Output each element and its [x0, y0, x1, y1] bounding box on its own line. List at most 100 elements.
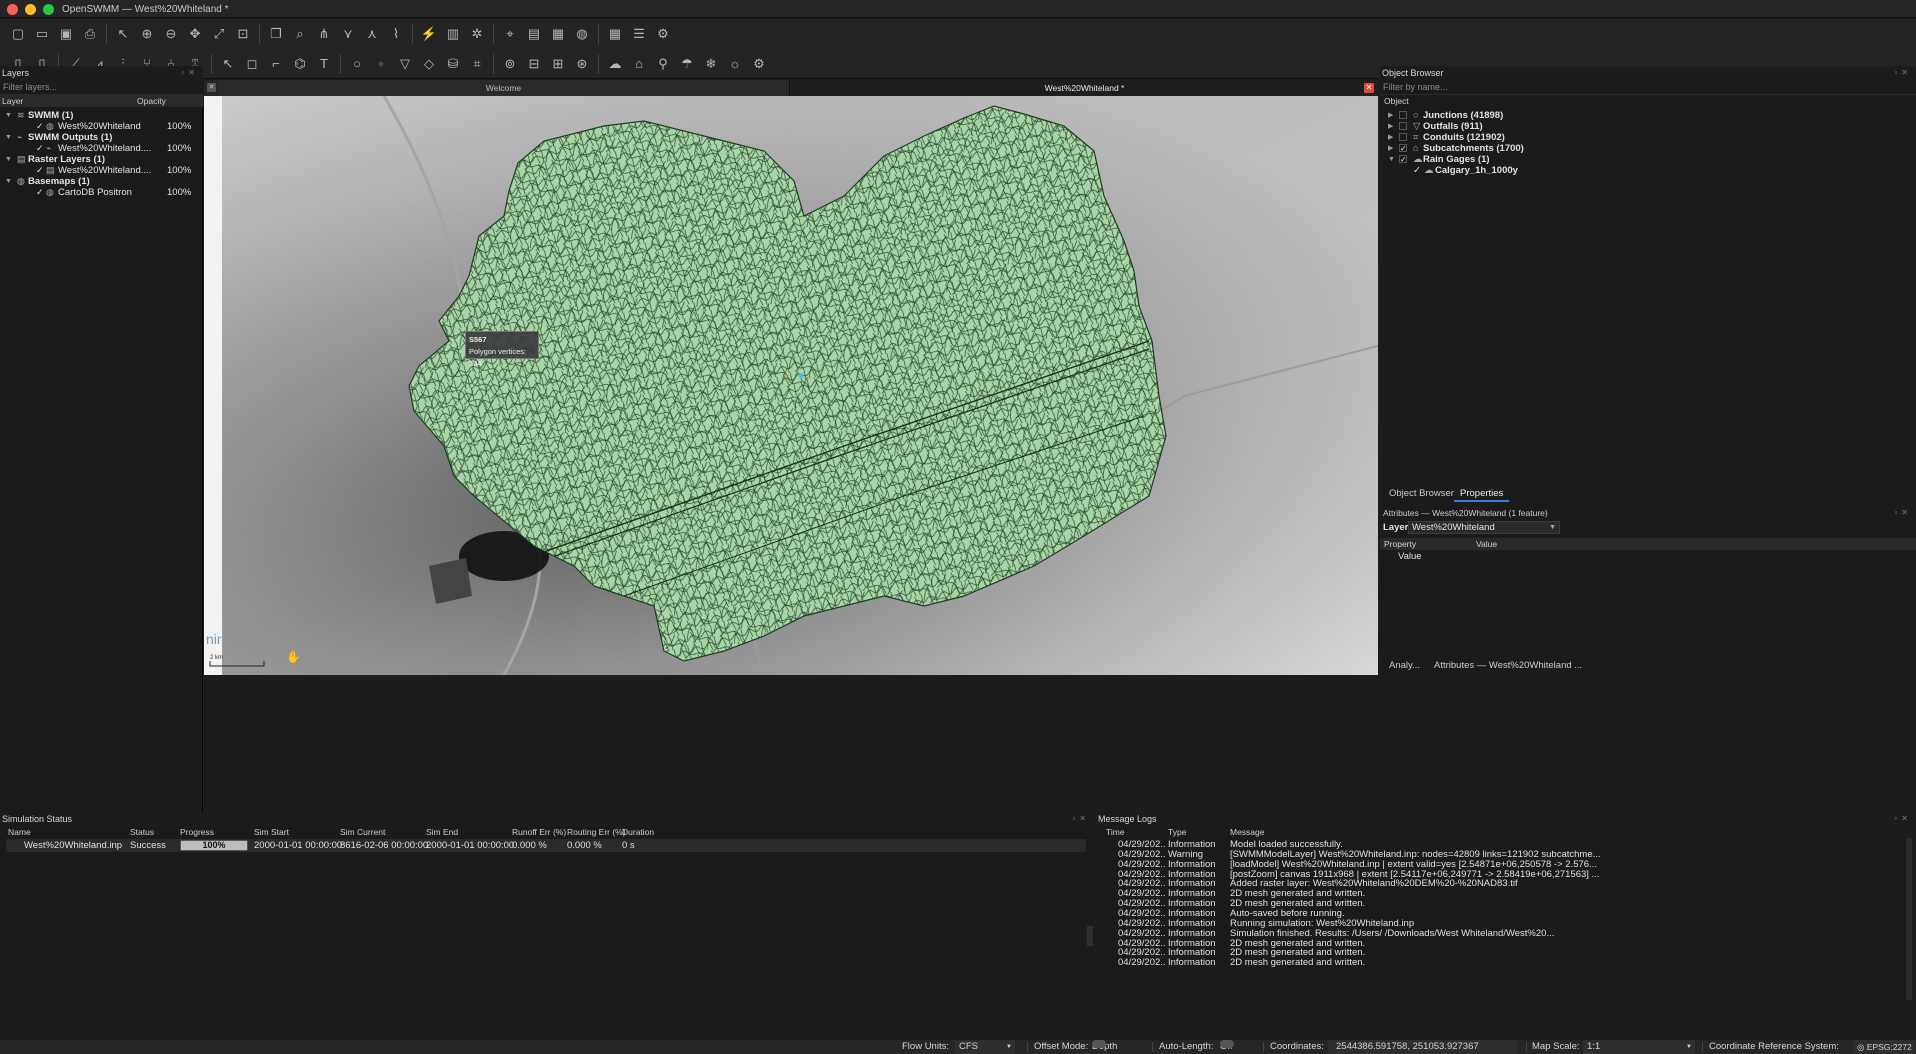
thermometer-icon[interactable]: ⚲	[651, 52, 675, 76]
splitter-handle[interactable]	[1087, 926, 1093, 946]
outfall-icon[interactable]: ▽	[393, 52, 417, 76]
orifice-icon[interactable]: ⊟	[522, 52, 546, 76]
logs-scrollbar[interactable]	[1906, 838, 1912, 1000]
copy-icon[interactable]: ❐	[264, 22, 288, 46]
close-tab-icon[interactable]: ✕	[207, 83, 216, 92]
link-icon[interactable]: ⌬	[288, 52, 312, 76]
tab-object-browser[interactable]: Object Browser	[1383, 486, 1460, 502]
gear-icon[interactable]: ⚙	[747, 52, 771, 76]
snow-icon[interactable]: ❄	[699, 52, 723, 76]
raster-icon[interactable]: ▤	[522, 22, 546, 46]
layer-select[interactable]: West%20Whiteland ▼	[1408, 521, 1560, 534]
layers-column-header: Layer Opacity	[0, 95, 203, 107]
storage-icon[interactable]: ⛁	[441, 52, 465, 76]
tab-properties[interactable]: Properties	[1454, 486, 1510, 502]
sliders-icon[interactable]: ☰	[627, 22, 651, 46]
zoom-in-icon[interactable]: ⊕	[135, 22, 159, 46]
settings-run-icon[interactable]: ✲	[465, 22, 489, 46]
run-icon[interactable]: ⚡	[417, 22, 441, 46]
map-canvas[interactable]: 2 km nir ✋ S567 Polygon vertices: 134	[204, 96, 1378, 675]
offset-mode-toggle[interactable]: Depth	[1092, 1040, 1117, 1054]
pipe-icon[interactable]: ⌐	[264, 52, 288, 76]
pump-icon[interactable]: ⊚	[498, 52, 522, 76]
map-svg: 2 km nir ✋	[204, 96, 1378, 675]
node-icon[interactable]: ◦	[369, 52, 393, 76]
subcatchment-icon[interactable]: ⌂	[627, 52, 651, 76]
toolbar-separator	[106, 24, 107, 44]
globe-icon[interactable]: ◍	[570, 22, 594, 46]
pause-icon[interactable]: ▥	[441, 22, 465, 46]
object-checkbox[interactable]	[1399, 111, 1407, 119]
close-active-tab-icon[interactable]: ✕	[1364, 83, 1374, 93]
measure-icon[interactable]: ⌇	[384, 22, 408, 46]
panel-buttons[interactable]: ▫✕	[1072, 814, 1090, 823]
layer-item[interactable]: ✓ ◍ CartoDB Positron 100%	[0, 186, 203, 199]
select-arrow-icon[interactable]: ↖	[111, 22, 135, 46]
conduit-icon[interactable]: ⌗	[465, 52, 489, 76]
map-tools-icon[interactable]: ⌖	[498, 22, 522, 46]
zoom-full-icon[interactable]: ⤢	[207, 22, 231, 46]
pan-icon[interactable]: ✥	[183, 22, 207, 46]
zoom-window-icon[interactable]: ⊡	[231, 22, 255, 46]
panel-buttons[interactable]: ▫✕	[1894, 68, 1912, 77]
log-row[interactable]: 04/29/202... Information 2D mesh generated…	[1096, 957, 1916, 969]
panel-buttons[interactable]: ▫✕	[1894, 814, 1912, 823]
object-filter-input[interactable]: Filter by name...	[1380, 80, 1916, 95]
tab-west-whiteland[interactable]: West%20Whiteland *	[791, 80, 1378, 96]
basemap-strip	[204, 96, 222, 675]
text-icon[interactable]: T	[312, 52, 336, 76]
simulation-row[interactable]: West%20Whiteland.inp Success 100% 2000-0…	[6, 839, 1086, 852]
pointer-icon[interactable]: ↖	[216, 52, 240, 76]
crs-button[interactable]: ◎ EPSG:2272	[1854, 1040, 1914, 1054]
layer-opacity[interactable]: 100%	[167, 186, 191, 199]
grid-icon[interactable]: ▦	[603, 22, 627, 46]
col-value: Value	[1476, 539, 1498, 549]
weather-icon[interactable]: ☂	[675, 52, 699, 76]
close-window-button[interactable]	[7, 4, 18, 15]
coordinates-label: Coordinates:	[1270, 1041, 1324, 1052]
junction-icon[interactable]: ○	[345, 52, 369, 76]
tab-attributes[interactable]: Attributes — West%20Whiteland ...	[1428, 658, 1588, 674]
tab-welcome[interactable]: Welcome	[218, 80, 790, 96]
divider-icon[interactable]: ◇	[417, 52, 441, 76]
gear-icon[interactable]: ⚙	[651, 22, 675, 46]
map-scale-select[interactable]: 1:1 ▼	[1583, 1040, 1695, 1054]
flow-units-select[interactable]: CFS ▼	[955, 1040, 1015, 1054]
print-icon[interactable]: ⎙	[78, 22, 102, 46]
object-checkbox[interactable]: ✓	[1399, 155, 1407, 164]
save-icon[interactable]: ▣	[54, 22, 78, 46]
zoom-window-button[interactable]	[43, 4, 54, 15]
panel-buttons[interactable]: ▫✕	[181, 68, 199, 77]
new-file-icon[interactable]: ▢	[6, 22, 30, 46]
selected-feature-marker[interactable]	[799, 373, 803, 378]
rectangle-icon[interactable]: ◻	[240, 52, 264, 76]
object-checkbox[interactable]	[1399, 133, 1407, 141]
minimize-window-button[interactable]	[25, 4, 36, 15]
simulation-status-title: Simulation Status	[2, 814, 73, 824]
object-checkbox[interactable]: ✓	[1399, 144, 1407, 153]
zoom-out-icon[interactable]: ⊖	[159, 22, 183, 46]
coordinates-value[interactable]: 2544386.591758, 251053.927367	[1328, 1040, 1518, 1054]
sun-icon[interactable]: ☼	[723, 52, 747, 76]
edit-node-icon[interactable]: ⋏	[360, 22, 384, 46]
layer-visibility-checkbox[interactable]: ✓	[36, 186, 44, 199]
object-checkbox[interactable]: ✓	[1413, 164, 1421, 177]
open-folder-icon[interactable]: ▭	[30, 22, 54, 46]
object-checkbox[interactable]	[1399, 122, 1407, 130]
toolbar-separator	[493, 24, 494, 44]
layers-filter-input[interactable]: Filter layers...	[0, 80, 203, 95]
network-icon[interactable]: ⋔	[312, 22, 336, 46]
outlet-icon[interactable]: ⊛	[570, 52, 594, 76]
mesh-icon[interactable]: ▦	[546, 22, 570, 46]
weir-icon[interactable]: ⊞	[546, 52, 570, 76]
panel-buttons[interactable]: ▫✕	[1894, 508, 1912, 517]
search-icon[interactable]: ⌕	[288, 22, 312, 46]
vertex-icon[interactable]: ⋎	[336, 22, 360, 46]
tab-analysis[interactable]: Analy...	[1383, 658, 1426, 674]
auto-length-toggle[interactable]: Off	[1220, 1040, 1234, 1054]
rain-gage-icon[interactable]: ☁	[603, 52, 627, 76]
object-row[interactable]: ✓ ☁ Calgary_1h_1000y	[1380, 164, 1916, 177]
basemap-label-fragment: nir	[206, 631, 222, 647]
layer-item-label: CartoDB Positron	[58, 187, 132, 198]
document-tabbar: ✕ Welcome West%20Whiteland * ✕	[204, 80, 1378, 96]
